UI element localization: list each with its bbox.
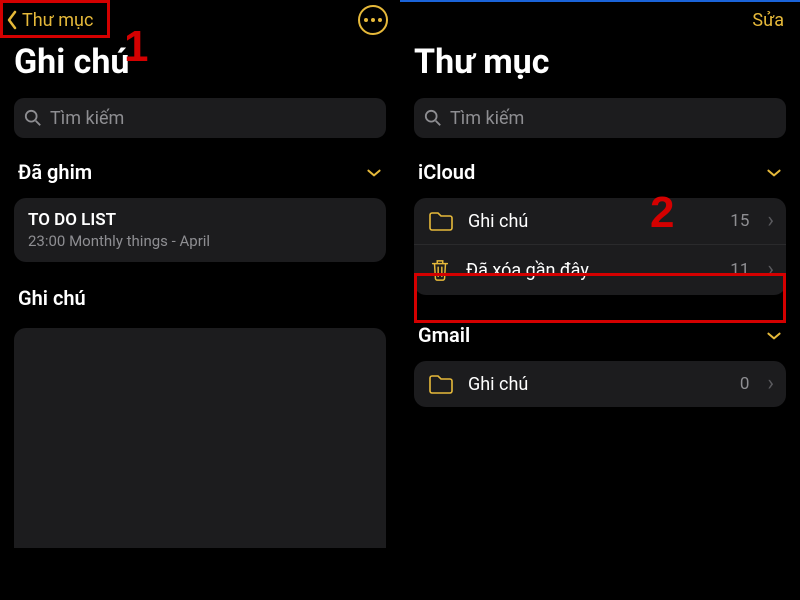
ellipsis-icon (364, 18, 368, 22)
folder-count: 0 (740, 374, 750, 394)
chevron-down-icon (766, 325, 782, 346)
search-placeholder: Tìm kiếm (50, 108, 124, 129)
folder-row-recently-deleted[interactable]: Đã xóa gần đây 11 › (414, 244, 786, 295)
notes-header: Ghi chú (0, 278, 400, 320)
edit-button[interactable]: Sửa (752, 10, 784, 34)
nav-bar: Thư mục (0, 0, 400, 38)
gmail-folder-list: Ghi chú 0 › (414, 361, 786, 407)
folder-label: Ghi chú (468, 211, 716, 232)
pinned-note[interactable]: TO DO LIST 23:00 Monthly things - April (14, 198, 386, 262)
icloud-header[interactable]: iCloud (400, 150, 800, 194)
chevron-right-icon: › (767, 373, 774, 395)
nav-bar-right: Sửa (400, 2, 800, 38)
folders-title: Thư mục (400, 38, 800, 92)
back-button[interactable]: Thư mục (6, 10, 93, 31)
note-title: TO DO LIST (28, 210, 372, 230)
folder-label: Đã xóa gần đây (466, 260, 716, 281)
icloud-label: iCloud (418, 160, 475, 184)
chevron-left-icon (6, 10, 20, 30)
more-button[interactable] (358, 5, 388, 35)
search-input[interactable]: Tìm kiếm (14, 98, 386, 138)
chevron-right-icon: › (767, 259, 774, 281)
gmail-label: Gmail (418, 323, 470, 347)
notes-list-card[interactable] (14, 328, 386, 548)
left-pane: Thư mục Ghi chú Tìm kiếm Đã ghim TO DO L… (0, 0, 400, 600)
folder-icon (428, 210, 454, 232)
gmail-header[interactable]: Gmail (400, 309, 800, 357)
search-input-right[interactable]: Tìm kiếm (414, 98, 786, 138)
pinned-label: Đã ghim (18, 160, 92, 184)
search-placeholder: Tìm kiếm (450, 108, 524, 129)
note-subtitle: 23:00 Monthly things - April (28, 232, 372, 250)
search-icon (24, 109, 42, 127)
folder-icon (428, 373, 454, 395)
chevron-down-icon (766, 162, 782, 183)
pinned-header[interactable]: Đã ghim (0, 150, 400, 194)
folder-label: Ghi chú (468, 374, 726, 395)
folder-row-gmail-notes[interactable]: Ghi chú 0 › (414, 361, 786, 407)
right-pane: Sửa Thư mục Tìm kiếm iCloud Ghi chú 15 ›… (400, 0, 800, 600)
back-label: Thư mục (22, 10, 93, 31)
folder-count: 15 (730, 211, 749, 231)
chevron-right-icon: › (767, 210, 774, 232)
search-icon (424, 109, 442, 127)
trash-icon (428, 257, 452, 283)
page-title: Ghi chú (0, 38, 400, 92)
chevron-down-icon (366, 162, 382, 183)
folder-count: 11 (730, 260, 749, 280)
icloud-folder-list: Ghi chú 15 › Đã xóa gần đây 11 › (414, 198, 786, 295)
folder-row-notes[interactable]: Ghi chú 15 › (414, 198, 786, 244)
